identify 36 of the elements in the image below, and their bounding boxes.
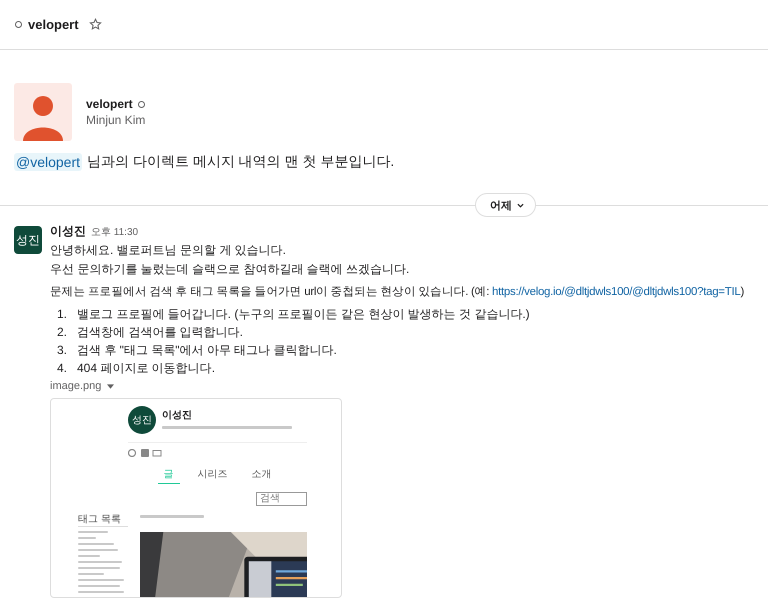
list-number: 1. — [56, 306, 67, 323]
avatar-icon[interactable] — [14, 83, 72, 141]
tag-list-title: 태그 목록 — [78, 512, 128, 527]
user-mention[interactable]: @velopert — [14, 153, 82, 171]
chevron-icon — [517, 202, 524, 208]
intro-text: 님과의 다이렉트 메시지 내역의 맨 첫 부분입니다. — [87, 153, 394, 171]
profile-name: 이성진 — [162, 409, 193, 422]
tab-label: 시리즈 — [196, 468, 228, 482]
search-field: 검색 — [256, 492, 307, 506]
message-link[interactable]: https://velog.io/@dltjdwls100/@dltjdwls100?tag=TIL — [492, 286, 740, 298]
list-item-text: 검색 후 "태그 목록"에서 아무 태그나 클릭합니다. — [77, 342, 337, 359]
file-name[interactable]: image.png — [50, 380, 102, 392]
real-name: Minjun Kim — [86, 113, 146, 127]
list-item-text: 404 페이지로 이동합니다. — [77, 360, 216, 377]
author-name[interactable]: 이성진 — [50, 223, 86, 240]
profile-avatar: 성진 — [128, 406, 156, 434]
tab-label: 글 — [158, 467, 180, 484]
blurred-text — [140, 515, 204, 518]
list-number: 3. — [56, 342, 67, 359]
message-text: 안녕하세요. 밸로퍼트님 문의할 게 있습니다. — [50, 242, 288, 259]
channel-name: velopert — [28, 17, 79, 32]
timestamp[interactable]: 오후 11:30 — [91, 224, 138, 238]
social-icons-drawing — [128, 449, 162, 457]
message-text: 문제는 프로필에서 검색 후 태그 목록을 들어가면 url이 중첩되는 현상이 있습니다. (예: https://velog.io/@dltjdwls100/@dltjdwls100?tag=TIL) — [50, 285, 744, 300]
date-button[interactable]: 어제 — [475, 193, 536, 217]
tab-label: 소개 — [250, 468, 272, 482]
image-preview[interactable]: 성진 이성진 글 시리즈 소개 검색 태그 목록 — [50, 398, 342, 598]
display-name[interactable]: velopert — [86, 97, 133, 111]
caret-icon[interactable] — [107, 384, 114, 388]
list-item-text: 밸로그 프로필에 들어갑니다. (누구의 프로필이든 같은 현상이 발생하는 것 같습니다.) — [77, 306, 530, 323]
star-icon[interactable] — [88, 18, 102, 31]
list-item-text: 검색창에 검색어를 입력합니다. — [77, 324, 244, 341]
list-number: 2. — [56, 324, 67, 341]
user-avatar[interactable]: 성진 — [14, 226, 42, 254]
message-text: 우선 문의하기를 눌렀는데 슬랙으로 참여하길래 슬랙에 쓰겠습니다. — [50, 261, 410, 278]
list-number: 4. — [56, 360, 67, 377]
